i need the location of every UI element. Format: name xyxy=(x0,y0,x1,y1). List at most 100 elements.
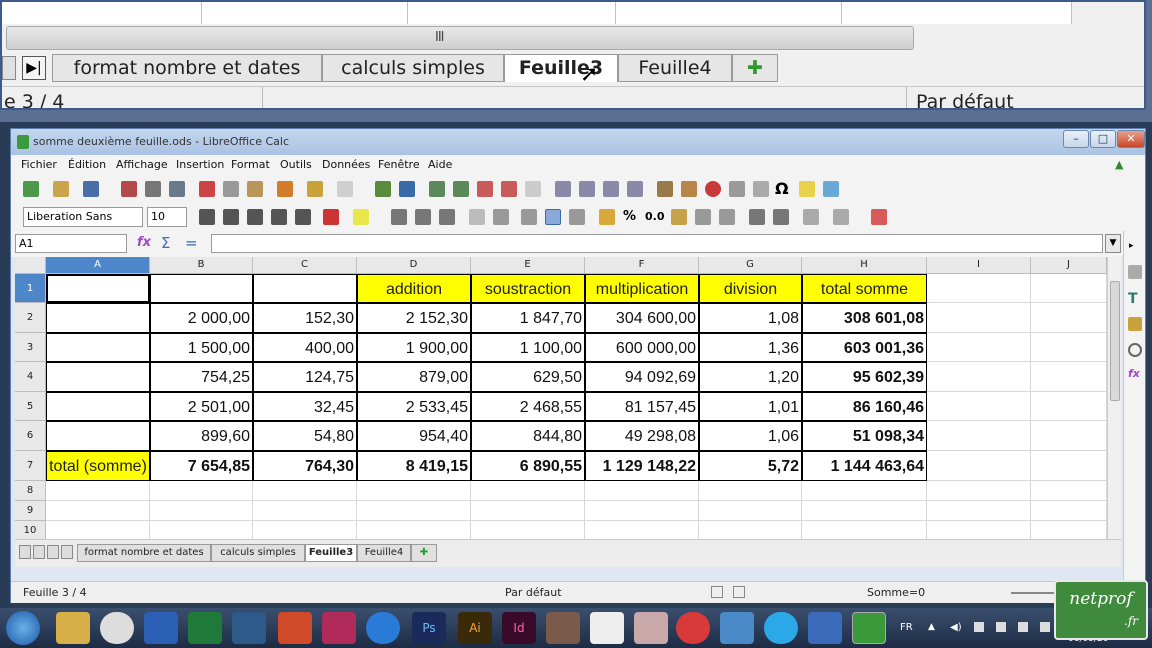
column-header-b[interactable]: B xyxy=(150,257,253,274)
clock-app-icon[interactable] xyxy=(100,612,134,644)
indesign-icon[interactable]: Id xyxy=(502,612,536,644)
cell[interactable] xyxy=(699,481,802,501)
cell[interactable] xyxy=(1031,481,1107,501)
spreadsheet-grid[interactable]: ABCDEFGHIJ1234567891011additionsoustract… xyxy=(15,257,1107,539)
decimal-format-icon[interactable]: 0.0 xyxy=(645,210,665,223)
cell[interactable] xyxy=(927,501,1031,521)
update-icon[interactable]: ▲ xyxy=(1115,158,1123,171)
data-cell[interactable]: 603 001,36 xyxy=(802,333,927,362)
tray-arrow-icon[interactable]: ▲ xyxy=(928,622,935,632)
remote-icon[interactable] xyxy=(808,612,842,644)
borders-icon[interactable] xyxy=(803,209,819,225)
formula-icon[interactable]: = xyxy=(185,234,198,252)
data-cell[interactable]: 954,40 xyxy=(357,421,471,451)
menu-outils[interactable]: Outils xyxy=(280,158,312,171)
cell[interactable] xyxy=(150,481,253,501)
data-cell[interactable]: 844,80 xyxy=(471,421,585,451)
autofilter-icon[interactable] xyxy=(627,181,643,197)
menu-donnees[interactable]: Données xyxy=(322,158,370,171)
data-cell[interactable]: 2 468,55 xyxy=(471,392,585,421)
cell[interactable] xyxy=(46,481,150,501)
cell[interactable] xyxy=(46,521,150,539)
expand-formula-icon[interactable]: ▼ xyxy=(1105,234,1121,253)
column-header-e[interactable]: E xyxy=(471,257,585,274)
cell[interactable] xyxy=(150,501,253,521)
document-icon[interactable] xyxy=(634,612,668,644)
pivot-icon[interactable] xyxy=(705,181,721,197)
zoom-tab-feuille4[interactable]: Feuille4 xyxy=(618,54,732,82)
data-cell[interactable]: 1,36 xyxy=(699,333,802,362)
align-left-icon[interactable] xyxy=(391,209,407,225)
close-button[interactable]: ✕ xyxy=(1117,130,1145,148)
name-box[interactable]: A1 xyxy=(15,234,127,253)
corner-select-all[interactable] xyxy=(15,257,46,274)
row-header-9[interactable]: 9 xyxy=(15,501,46,521)
data-cell[interactable]: 32,45 xyxy=(253,392,357,421)
skype-icon[interactable] xyxy=(764,612,798,644)
header-cell-e[interactable]: soustraction xyxy=(471,274,585,303)
header-cell-h[interactable]: total somme xyxy=(802,274,927,303)
publisher-icon[interactable] xyxy=(232,612,266,644)
vertical-scrollbar[interactable] xyxy=(1107,257,1121,539)
headers-footers-icon[interactable] xyxy=(823,181,839,197)
align-top-icon[interactable] xyxy=(521,209,537,225)
align-middle-icon[interactable] xyxy=(545,209,561,225)
open-icon[interactable] xyxy=(53,181,69,197)
data-cell-a[interactable] xyxy=(46,362,150,392)
data-cell[interactable]: 2 000,00 xyxy=(150,303,253,333)
font-size-select[interactable]: 10 xyxy=(147,207,187,227)
data-cell[interactable]: 49 298,08 xyxy=(585,421,699,451)
column-header-a[interactable]: A xyxy=(46,257,150,274)
navigator-icon[interactable] xyxy=(1128,343,1142,357)
sort-desc-icon[interactable] xyxy=(603,181,619,197)
cell[interactable] xyxy=(927,392,1031,421)
cell[interactable] xyxy=(1031,421,1107,451)
data-cell[interactable]: 1 500,00 xyxy=(150,333,253,362)
function-wizard-icon[interactable]: fx xyxy=(137,235,151,250)
selection-mode-icon[interactable] xyxy=(733,586,745,598)
cell[interactable] xyxy=(802,501,927,521)
data-cell[interactable]: 304 600,00 xyxy=(585,303,699,333)
zoom-add-sheet-icon[interactable]: ✚ xyxy=(732,54,778,82)
internet-explorer-icon[interactable] xyxy=(366,612,400,644)
acrobat-icon[interactable] xyxy=(322,612,356,644)
align-right-icon[interactable] xyxy=(439,209,455,225)
row-header-2[interactable]: 2 xyxy=(15,303,46,333)
row-header-4[interactable]: 4 xyxy=(15,362,46,392)
cell[interactable] xyxy=(927,274,1031,303)
maximize-button[interactable]: □ xyxy=(1090,130,1116,148)
zoom-tab-calculs[interactable]: calculs simples xyxy=(322,54,504,82)
delete-row-icon[interactable] xyxy=(477,181,493,197)
total-cell[interactable]: 1 129 148,22 xyxy=(585,451,699,481)
cell[interactable] xyxy=(927,481,1031,501)
cell[interactable] xyxy=(927,521,1031,539)
sidebar-menu-icon[interactable]: ▸ xyxy=(1129,241,1134,251)
first-sheet-icon[interactable] xyxy=(19,545,31,559)
sort-asc-icon[interactable] xyxy=(579,181,595,197)
data-cell-a[interactable] xyxy=(46,303,150,333)
menu-fichier[interactable]: Fichier xyxy=(21,158,57,171)
cell[interactable] xyxy=(1031,333,1107,362)
column-header-h[interactable]: H xyxy=(802,257,927,274)
paste-icon[interactable] xyxy=(247,181,263,197)
total-cell[interactable]: 764,30 xyxy=(253,451,357,481)
last-sheet-icon[interactable] xyxy=(61,545,73,559)
column-header-i[interactable]: I xyxy=(927,257,1031,274)
gallery-icon[interactable] xyxy=(1128,317,1142,331)
functions-icon[interactable]: fx xyxy=(1128,367,1140,380)
photoshop-icon[interactable]: Ps xyxy=(412,612,446,644)
tab-calculs-simples[interactable]: calculs simples xyxy=(211,544,305,562)
delete-column-icon[interactable] xyxy=(501,181,517,197)
cell[interactable] xyxy=(253,501,357,521)
comment-icon[interactable] xyxy=(799,181,815,197)
cut-icon[interactable] xyxy=(199,181,215,197)
cell[interactable] xyxy=(1031,521,1107,539)
column-icon[interactable] xyxy=(453,181,469,197)
cell[interactable] xyxy=(357,521,471,539)
data-cell[interactable]: 1 900,00 xyxy=(357,333,471,362)
italic-icon[interactable] xyxy=(223,209,239,225)
zoom-last-sheet-icon[interactable]: ▶| xyxy=(22,56,46,80)
tab-feuille4[interactable]: Feuille4 xyxy=(357,544,411,562)
cell[interactable] xyxy=(699,501,802,521)
sum-icon[interactable]: Σ xyxy=(161,234,170,252)
